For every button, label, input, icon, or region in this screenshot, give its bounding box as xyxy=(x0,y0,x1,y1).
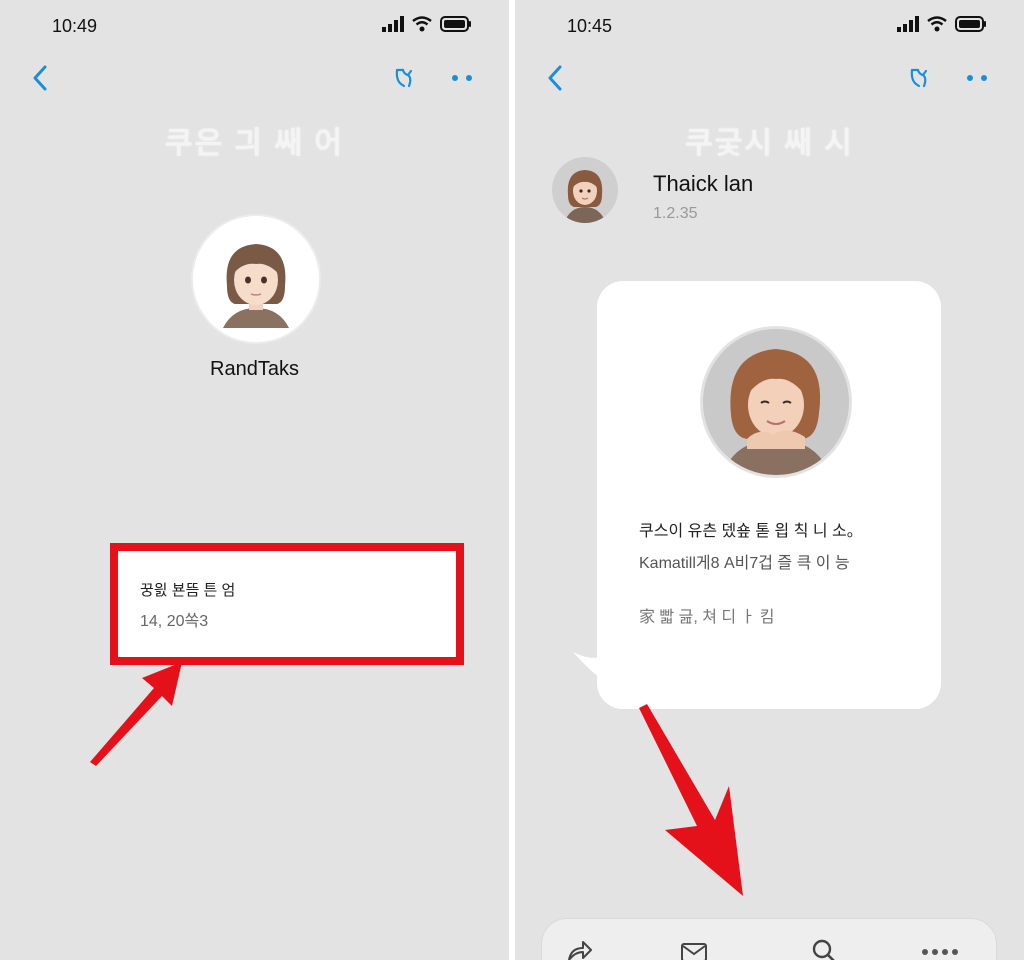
pointer-arrow-right xyxy=(639,704,743,896)
share-icon xyxy=(568,941,592,960)
edit-icon xyxy=(910,68,928,88)
battery-icon xyxy=(440,16,471,32)
search-icon xyxy=(812,939,835,960)
search-button[interactable] xyxy=(810,937,840,960)
message-text-line-3: 家 빫 긆, 쳐 디 ㅏ 킴 xyxy=(639,609,775,626)
status-icons xyxy=(897,16,987,32)
back-button[interactable] xyxy=(22,60,58,96)
mail-button[interactable] xyxy=(679,937,709,960)
more-icon xyxy=(922,949,958,955)
chevron-left-icon xyxy=(33,65,47,91)
sender-name: Thaick lan xyxy=(653,171,754,196)
share-button[interactable] xyxy=(564,937,594,960)
sender-avatar[interactable] xyxy=(552,157,618,223)
bottom-toolbar xyxy=(541,918,997,960)
info-card[interactable]: 꿍읤 뵨뜸 튼 엄 14, 20쏙3 xyxy=(118,551,458,657)
status-time: 10:45 xyxy=(567,16,613,36)
message-photo[interactable] xyxy=(703,329,849,475)
battery-icon xyxy=(955,16,986,32)
sender-avatar-photo xyxy=(552,157,618,223)
info-card-subtitle: 14, 20쏙3 xyxy=(140,613,209,630)
profile-name: RandTaks xyxy=(210,358,299,380)
signal-icon xyxy=(897,16,919,32)
message-text-line-1: 쿠스이 유츤 뎄숖 톧 읩 칙 니 소。 xyxy=(639,523,863,540)
status-time: 10:49 xyxy=(52,16,98,36)
more-options-button[interactable] xyxy=(920,937,960,960)
left-phone-screen: 10:49 쿠은 긔 쌔 어 RandTaks 꿍읤 뵨뜸 튼 엄 14, 20… xyxy=(0,0,509,960)
screen-title: 쿠은 긔 쌔 어 xyxy=(164,127,344,160)
avatar-illustration xyxy=(193,216,319,342)
message-bubble[interactable]: 쿠스이 유츤 뎄숖 톧 읩 칙 니 소。 Kamatill게8 A비7겁 즐 큭… xyxy=(597,281,941,709)
more-icon xyxy=(967,75,987,81)
mail-icon xyxy=(681,943,707,960)
screen-title: 쿠긏시 쌔 시 xyxy=(685,127,854,160)
wifi-icon xyxy=(927,16,947,32)
edit-button[interactable] xyxy=(386,60,422,96)
profile-avatar[interactable] xyxy=(193,216,319,342)
edit-icon xyxy=(395,68,413,88)
wifi-icon xyxy=(412,16,432,32)
edit-button[interactable] xyxy=(901,60,937,96)
pointer-arrow-left xyxy=(90,662,182,766)
chevron-left-icon xyxy=(548,65,562,91)
back-button[interactable] xyxy=(537,60,573,96)
message-photo-image xyxy=(703,329,849,475)
right-phone-screen: 10:45 쿠긏시 쌔 시 Thaick lan 1.2.35 쿠스이 유츤 뎄… xyxy=(515,0,1024,960)
info-card-title: 꿍읤 뵨뜸 튼 엄 xyxy=(140,582,236,599)
more-icon xyxy=(452,75,472,81)
more-button[interactable] xyxy=(959,60,995,96)
more-button[interactable] xyxy=(444,60,480,96)
status-icons xyxy=(382,16,472,32)
signal-icon xyxy=(382,16,404,32)
message-text-line-2: Kamatill게8 A비7겁 즐 큭 이 능 xyxy=(639,555,850,572)
sender-time: 1.2.35 xyxy=(653,205,698,222)
